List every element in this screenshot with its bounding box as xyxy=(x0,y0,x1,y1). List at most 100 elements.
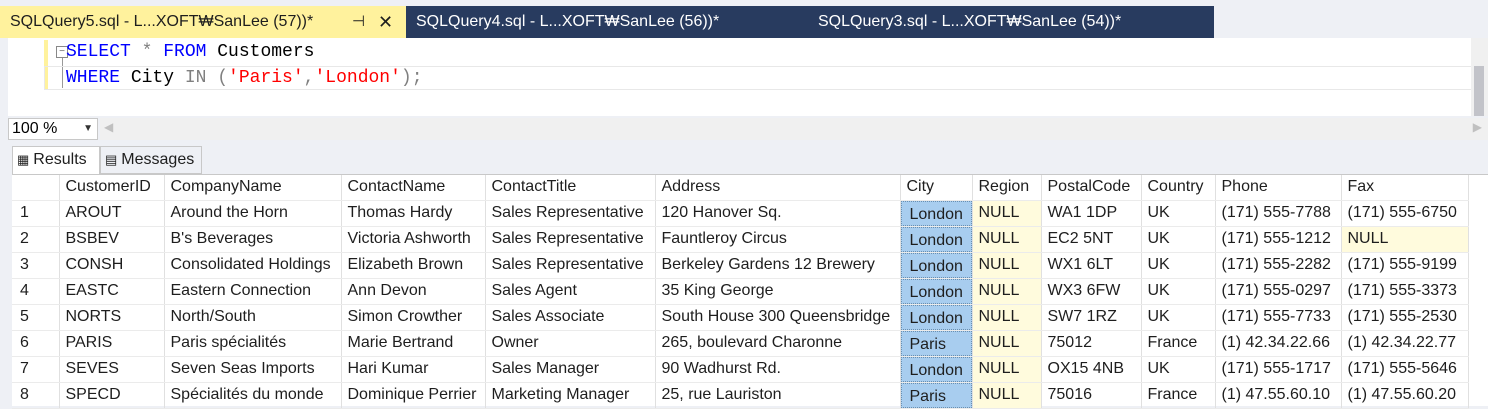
tab-messages[interactable]: ▤ Messages xyxy=(100,146,202,174)
table-row[interactable]: 7 SEVES Seven Seas Imports Hari Kumar Sales … xyxy=(12,356,1469,383)
cell-fax[interactable]: (171) 555-9199 xyxy=(1341,252,1469,279)
cell-fax[interactable]: (1) 42.34.22.77 xyxy=(1341,330,1469,357)
code-line-1[interactable]: SELECT * FROM Customers xyxy=(66,42,314,62)
scroll-right-icon[interactable]: ▶ xyxy=(1473,120,1482,134)
cell-rownum[interactable]: 4 xyxy=(12,278,60,305)
cell-fax[interactable]: NULL xyxy=(1341,226,1469,253)
zoom-select[interactable]: 100 % ▼ xyxy=(8,118,98,140)
editor-horizontal-scrollbar[interactable]: ◀ ▶ xyxy=(100,118,1488,140)
query-editor[interactable]: − SELECT * FROM Customers WHERE City IN … xyxy=(0,38,1488,124)
cell-address[interactable]: South House 300 Queensbridge xyxy=(655,304,901,331)
cell-phone[interactable]: (1) 47.55.60.10 xyxy=(1215,382,1342,409)
cell-postalcode[interactable]: 75016 xyxy=(1041,382,1142,409)
column-header-phone[interactable]: Phone xyxy=(1215,175,1342,201)
cell-phone[interactable]: (171) 555-2282 xyxy=(1215,252,1342,279)
cell-region[interactable]: NULL xyxy=(972,226,1042,253)
cell-contactname[interactable]: Simon Crowther xyxy=(341,304,486,331)
cell-country[interactable]: France xyxy=(1141,382,1216,409)
column-header-country[interactable]: Country xyxy=(1141,175,1216,201)
table-row[interactable]: 8 SPECD Spécialités du monde Dominique Perr… xyxy=(12,382,1469,409)
cell-companyname[interactable]: Spécialités du monde xyxy=(164,382,342,409)
cell-phone[interactable]: (171) 555-1717 xyxy=(1215,356,1342,383)
pin-icon[interactable]: ⊣ xyxy=(352,6,365,38)
column-header-contacttitle[interactable]: ContactTitle xyxy=(485,175,656,201)
cell-fax[interactable]: (171) 555-2530 xyxy=(1341,304,1469,331)
cell-address[interactable]: 90 Wadhurst Rd. xyxy=(655,356,901,383)
tab-sqlquery3[interactable]: SQLQuery3.sql - L...XOFT₩SanLee (54))* xyxy=(812,6,1214,38)
cell-phone[interactable]: (171) 555-1212 xyxy=(1215,226,1342,253)
cell-city[interactable]: London xyxy=(900,278,973,305)
close-icon[interactable]: ✕ xyxy=(378,6,393,38)
column-header-contactname[interactable]: ContactName xyxy=(341,175,486,201)
cell-region[interactable]: NULL xyxy=(972,252,1042,279)
cell-contactname[interactable]: Marie Bertrand xyxy=(341,330,486,357)
column-header-companyname[interactable]: CompanyName xyxy=(164,175,342,201)
cell-postalcode[interactable]: WA1 1DP xyxy=(1041,200,1142,227)
column-header-address[interactable]: Address xyxy=(655,175,901,201)
cell-address[interactable]: 265, boulevard Charonne xyxy=(655,330,901,357)
cell-country[interactable]: France xyxy=(1141,330,1216,357)
cell-postalcode[interactable]: WX1 6LT xyxy=(1041,252,1142,279)
cell-city[interactable]: Paris xyxy=(900,382,973,409)
cell-contacttitle[interactable]: Sales Representative xyxy=(485,252,656,279)
cell-postalcode[interactable]: OX15 4NB xyxy=(1041,356,1142,383)
cell-contactname[interactable]: Hari Kumar xyxy=(341,356,486,383)
cell-address[interactable]: Fauntleroy Circus xyxy=(655,226,901,253)
cell-address[interactable]: Berkeley Gardens 12 Brewery xyxy=(655,252,901,279)
cell-postalcode[interactable]: SW7 1RZ xyxy=(1041,304,1142,331)
cell-country[interactable]: UK xyxy=(1141,356,1216,383)
column-header-customerid[interactable]: CustomerID xyxy=(59,175,165,201)
cell-address[interactable]: 25, rue Lauriston xyxy=(655,382,901,409)
cell-fax[interactable]: (1) 47.55.60.20 xyxy=(1341,382,1469,409)
cell-city[interactable]: Paris xyxy=(900,330,973,357)
editor-vertical-scrollbar[interactable] xyxy=(1471,38,1488,124)
cell-customerid[interactable]: AROUT xyxy=(59,200,165,227)
results-grid[interactable]: CustomerID CompanyName ContactName Conta… xyxy=(12,174,1488,409)
cell-rownum[interactable]: 5 xyxy=(12,304,60,331)
cell-contacttitle[interactable]: Marketing Manager xyxy=(485,382,656,409)
tab-sqlquery5[interactable]: SQLQuery5.sql - L...XOFT₩SanLee (57))* ⊣… xyxy=(0,6,406,38)
cell-customerid[interactable]: SPECD xyxy=(59,382,165,409)
column-header-postalcode[interactable]: PostalCode xyxy=(1041,175,1142,201)
cell-rownum[interactable]: 7 xyxy=(12,356,60,383)
scroll-left-icon[interactable]: ◀ xyxy=(104,120,113,134)
cell-country[interactable]: UK xyxy=(1141,226,1216,253)
table-row[interactable]: 1 AROUT Around the Horn Thomas Hardy Sales R… xyxy=(12,200,1469,227)
table-row[interactable]: 2 BSBEV B's Beverages Victoria Ashworth Sale… xyxy=(12,226,1469,253)
cell-phone[interactable]: (171) 555-7788 xyxy=(1215,200,1342,227)
column-header-fax[interactable]: Fax xyxy=(1341,175,1469,201)
cell-country[interactable]: UK xyxy=(1141,252,1216,279)
table-row[interactable]: 6 PARIS Paris spécialités Marie Bertrand Own… xyxy=(12,330,1469,357)
cell-contactname[interactable]: Thomas Hardy xyxy=(341,200,486,227)
cell-companyname[interactable]: Seven Seas Imports xyxy=(164,356,342,383)
cell-country[interactable]: UK xyxy=(1141,200,1216,227)
cell-customerid[interactable]: CONSH xyxy=(59,252,165,279)
cell-region[interactable]: NULL xyxy=(972,382,1042,409)
cell-address[interactable]: 35 King George xyxy=(655,278,901,305)
cell-fax[interactable]: (171) 555-3373 xyxy=(1341,278,1469,305)
cell-companyname[interactable]: B's Beverages xyxy=(164,226,342,253)
cell-contacttitle[interactable]: Sales Agent xyxy=(485,278,656,305)
cell-companyname[interactable]: Consolidated Holdings xyxy=(164,252,342,279)
cell-phone[interactable]: (1) 42.34.22.66 xyxy=(1215,330,1342,357)
table-row[interactable]: 5 NORTS North/South Simon Crowther Sales Ass… xyxy=(12,304,1469,331)
cell-phone[interactable]: (171) 555-0297 xyxy=(1215,278,1342,305)
cell-contactname[interactable]: Dominique Perrier xyxy=(341,382,486,409)
table-row[interactable]: 4 EASTC Eastern Connection Ann Devon Sales A… xyxy=(12,278,1469,305)
cell-rownum[interactable]: 2 xyxy=(12,226,60,253)
cell-region[interactable]: NULL xyxy=(972,278,1042,305)
column-header-region[interactable]: Region xyxy=(972,175,1042,201)
cell-postalcode[interactable]: 75012 xyxy=(1041,330,1142,357)
cell-contactname[interactable]: Victoria Ashworth xyxy=(341,226,486,253)
cell-companyname[interactable]: Eastern Connection xyxy=(164,278,342,305)
cell-region[interactable]: NULL xyxy=(972,304,1042,331)
cell-phone[interactable]: (171) 555-7733 xyxy=(1215,304,1342,331)
cell-rownum[interactable]: 6 xyxy=(12,330,60,357)
cell-customerid[interactable]: EASTC xyxy=(59,278,165,305)
cell-contacttitle[interactable]: Sales Representative xyxy=(485,200,656,227)
cell-contacttitle[interactable]: Sales Associate xyxy=(485,304,656,331)
cell-region[interactable]: NULL xyxy=(972,200,1042,227)
column-header-city[interactable]: City xyxy=(900,175,973,201)
table-row[interactable]: 3 CONSH Consolidated Holdings Elizabeth Bro… xyxy=(12,252,1469,279)
cell-companyname[interactable]: Paris spécialités xyxy=(164,330,342,357)
